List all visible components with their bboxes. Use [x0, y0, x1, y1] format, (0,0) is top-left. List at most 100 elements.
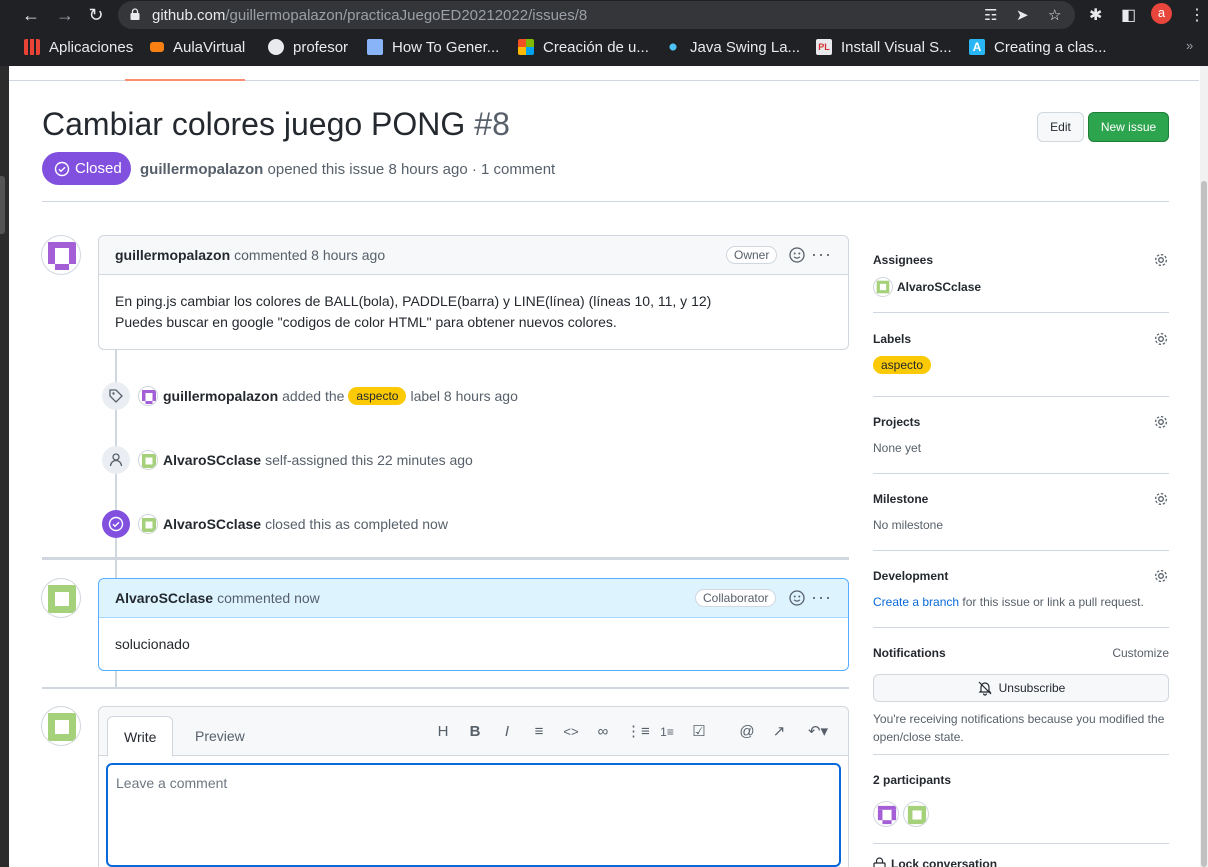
bookmark-profesor[interactable]: profesor	[268, 37, 348, 57]
reload-icon[interactable]: ↻	[86, 4, 106, 26]
reference-icon[interactable]: ↗	[770, 723, 788, 741]
code-icon[interactable]: <>	[562, 723, 580, 741]
translate-icon[interactable]: ☶	[984, 6, 997, 24]
side-panel-icon[interactable]: ◧	[1121, 5, 1136, 25]
numbered-list-icon[interactable]: 1≡	[658, 723, 676, 741]
page-scrollbar[interactable]	[1200, 66, 1208, 867]
lock-icon	[873, 857, 886, 867]
create-branch-link[interactable]: Create a branch	[873, 595, 959, 609]
label-badge[interactable]: aspecto	[873, 356, 932, 374]
assignee-item[interactable]: AlvaroSCclase	[873, 277, 981, 297]
identicon-purple	[48, 242, 76, 270]
comment-divider	[42, 687, 849, 689]
tab-preview[interactable]: Preview	[179, 716, 261, 757]
star-icon[interactable]: ☆	[1048, 6, 1061, 24]
comment-textarea[interactable]	[106, 763, 841, 867]
back-icon[interactable]: ←	[21, 4, 41, 26]
divider	[873, 754, 1169, 755]
avatar[interactable]	[138, 514, 158, 534]
bookmark-aulavirtual[interactable]: AulaVirtual	[150, 37, 245, 57]
comment-header: guillermopalazon commented 8 hours ago Ow…	[99, 236, 848, 275]
status-badge: Closed	[42, 152, 131, 185]
customize-link[interactable]: Customize	[1112, 646, 1169, 660]
avatar[interactable]	[873, 801, 899, 827]
gear-icon[interactable]	[1153, 568, 1169, 584]
gear-icon[interactable]	[1153, 331, 1169, 347]
closed-divider	[42, 557, 849, 560]
bookmark-creating-class[interactable]: A Creating a clas...	[969, 37, 1107, 57]
browser-chrome: ← → ↻ github.com/guillermopalazon/practi…	[0, 0, 1208, 66]
a-icon: A	[969, 39, 985, 55]
divider	[873, 550, 1169, 551]
moodle-icon	[150, 42, 164, 52]
issue-author-link[interactable]: guillermopalazon	[140, 161, 263, 178]
timeline-event-label: guillermopalazon added the aspecto label 8 …	[102, 382, 518, 410]
smiley-icon[interactable]	[789, 247, 805, 263]
role-badge: Owner	[726, 246, 778, 264]
italic-icon[interactable]: I	[498, 723, 516, 741]
mention-icon[interactable]: @	[738, 723, 756, 741]
heading-icon[interactable]: H	[434, 723, 452, 741]
bookmark-java-swing[interactable]: Java Swing La...	[665, 37, 800, 57]
editor-tabs: Write Preview H B I ≡ <> ∞ ⋮≡ 1≡ ☑ @ ↗ ↶…	[99, 707, 848, 757]
tool-icon	[367, 39, 383, 55]
comment-box: guillermopalazon commented 8 hours ago Ow…	[98, 235, 849, 350]
comment-author[interactable]: AlvaroSCclase	[115, 590, 213, 606]
identicon-green	[48, 713, 76, 741]
tab-write[interactable]: Write	[107, 716, 174, 757]
scrollbar-thumb[interactable]	[1201, 181, 1207, 867]
task-list-icon[interactable]: ☑	[690, 723, 708, 741]
apps-grid-icon	[24, 39, 40, 55]
timeline-event-assign: AlvaroSCclase self-assigned this 22 minut…	[102, 446, 473, 474]
comment-body: solucionado	[115, 636, 190, 652]
desktop-dock-strip	[0, 66, 9, 867]
comment-body: En ping.js cambiar los colores de BALL(b…	[115, 293, 712, 330]
divider	[873, 473, 1169, 474]
microsoft-icon	[518, 39, 534, 55]
avatar[interactable]	[41, 706, 81, 746]
divider	[873, 843, 1169, 844]
forward-icon[interactable]: →	[55, 4, 75, 26]
menu-icon[interactable]: ⋮	[1189, 5, 1205, 25]
extensions-icon[interactable]: ✱	[1089, 5, 1102, 25]
bookmarks-overflow-icon[interactable]: »	[1186, 38, 1193, 53]
kebab-menu-icon[interactable]: ···	[811, 587, 832, 608]
smiley-icon[interactable]	[789, 590, 805, 606]
comment-author[interactable]: guillermopalazon	[115, 247, 230, 263]
active-tab-underline	[125, 79, 245, 81]
edit-button[interactable]: Edit	[1037, 112, 1084, 142]
issue-number: #8	[474, 106, 510, 142]
link-icon[interactable]: ∞	[594, 723, 612, 741]
reply-icon[interactable]: ↶▾	[805, 723, 831, 741]
avatar[interactable]	[41, 578, 81, 618]
share-icon[interactable]: ➤	[1016, 6, 1029, 24]
unsubscribe-button[interactable]: Unsubscribe	[873, 674, 1169, 702]
label-badge[interactable]: aspecto	[348, 387, 407, 405]
quote-icon[interactable]: ≡	[530, 723, 548, 741]
bold-icon[interactable]: B	[466, 723, 484, 741]
header-divider	[42, 201, 1169, 202]
bookmark-install-visual[interactable]: PL Install Visual S...	[816, 37, 952, 57]
divider	[873, 627, 1169, 628]
check-circle-icon	[102, 510, 130, 538]
avatar[interactable]	[138, 386, 158, 406]
identicon-green	[48, 585, 76, 613]
address-bar[interactable]: github.com/guillermopalazon/practicaJueg…	[118, 1, 1075, 29]
avatar[interactable]	[41, 235, 81, 275]
kebab-menu-icon[interactable]: ···	[811, 244, 832, 265]
bookmark-how-to[interactable]: How To Gener...	[367, 37, 499, 57]
gear-icon[interactable]	[1153, 491, 1169, 507]
gear-icon[interactable]	[1153, 252, 1169, 268]
new-issue-button[interactable]: New issue	[1088, 112, 1169, 142]
gear-icon[interactable]	[1153, 414, 1169, 430]
avatar	[873, 277, 893, 297]
bookmark-creacion[interactable]: Creación de u...	[518, 37, 649, 57]
bullet-list-icon[interactable]: ⋮≡	[626, 723, 650, 741]
avatar[interactable]	[903, 801, 929, 827]
avatar[interactable]	[138, 450, 158, 470]
profile-avatar[interactable]: a	[1151, 3, 1172, 24]
role-badge: Collaborator	[695, 589, 777, 607]
bookmark-aplicaciones[interactable]: Aplicaciones	[24, 37, 133, 57]
issue-meta: guillermopalazon opened this issue 8 hou…	[140, 161, 556, 178]
url-text: github.com/guillermopalazon/practicaJueg…	[152, 7, 588, 24]
